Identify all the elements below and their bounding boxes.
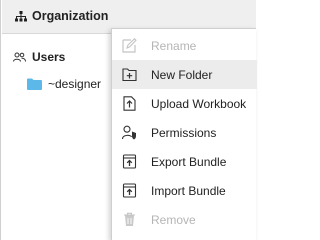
permissions-icon — [122, 125, 137, 140]
menu-item-permissions-label: Permissions — [151, 126, 217, 140]
menu-item-permissions[interactable]: Permissions — [112, 118, 257, 147]
menu-item-new-folder-label: New Folder — [151, 68, 213, 82]
menu-item-remove[interactable]: Remove — [112, 205, 257, 234]
menu-item-upload-workbook[interactable]: Upload Workbook — [112, 89, 257, 118]
menu-item-rename[interactable]: Rename — [112, 31, 257, 60]
menu-item-remove-label: Remove — [151, 213, 196, 227]
import-bundle-icon — [122, 183, 137, 198]
context-menu: Rename New Folder Upload Workbook Permis… — [111, 28, 257, 240]
menu-item-export-bundle-label: Export Bundle — [151, 155, 227, 169]
upload-workbook-icon — [122, 96, 137, 111]
org-tree-icon — [15, 10, 27, 22]
menu-item-new-folder[interactable]: New Folder — [112, 60, 257, 89]
header-title: Organization — [32, 9, 109, 23]
users-icon — [13, 52, 26, 62]
rename-icon — [122, 38, 137, 53]
organization-panel: Organization Users ~designer Rename New … — [0, 0, 257, 240]
menu-item-rename-label: Rename — [151, 39, 197, 53]
menu-item-upload-workbook-label: Upload Workbook — [151, 97, 247, 111]
header-title-group[interactable]: Organization — [15, 9, 108, 23]
menu-item-import-bundle[interactable]: Import Bundle — [112, 176, 257, 205]
tree-item-designer[interactable]: ~designer — [27, 77, 101, 91]
remove-icon — [122, 212, 137, 227]
new-folder-icon — [122, 67, 137, 82]
folder-icon — [27, 78, 42, 90]
tree-item-designer-label: ~designer — [48, 77, 102, 91]
menu-item-import-bundle-label: Import Bundle — [151, 184, 226, 198]
menu-item-export-bundle[interactable]: Export Bundle — [112, 147, 257, 176]
tree-item-users[interactable]: Users — [13, 50, 65, 64]
tree-item-users-label: Users — [32, 50, 66, 64]
export-bundle-icon — [122, 154, 137, 169]
